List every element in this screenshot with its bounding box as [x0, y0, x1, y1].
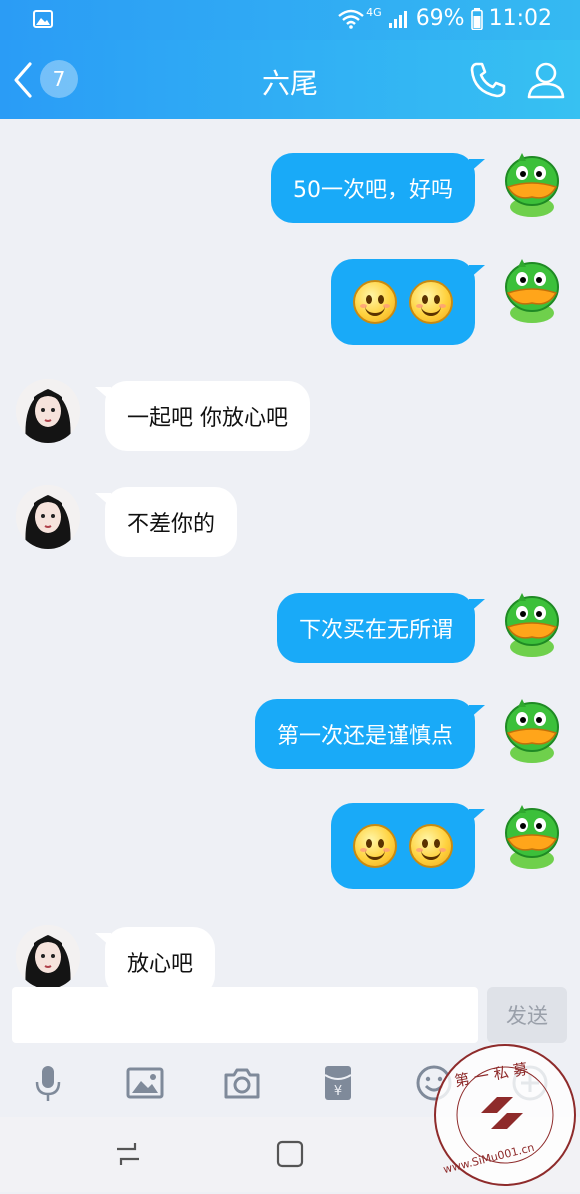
red-packet-icon[interactable]: ¥ [318, 1063, 358, 1103]
outgoing-message-bubble[interactable]: 50一次吧，好吗 [271, 153, 485, 223]
my-duck-avatar[interactable] [496, 803, 566, 873]
title-bar: 7 六尾 [0, 40, 580, 119]
message-text: 放心吧 [127, 952, 194, 977]
outgoing-message-bubble[interactable]: 下次买在无所谓 [276, 593, 486, 663]
contact-avatar[interactable] [16, 379, 80, 443]
message-text: 下次买在无所谓 [298, 618, 453, 643]
svg-text:¥: ¥ [334, 1084, 342, 1099]
smile-emoji-icon [409, 824, 453, 868]
status-right: 4G 69% 11:02 [338, 6, 552, 31]
send-button[interactable]: 发送 [487, 987, 567, 1043]
smile-emoji-icon [353, 280, 397, 324]
phone-call-icon[interactable] [466, 58, 510, 102]
message-text: 第一次还是谨慎点 [276, 724, 453, 749]
watermark-logo: 第 一 私 募 www.SiMu001.cn [430, 1040, 580, 1190]
smile-emoji-icon [353, 824, 397, 868]
network-type: 4G [366, 6, 382, 19]
my-duck-avatar[interactable] [496, 697, 566, 767]
clock: 11:02 [488, 6, 552, 31]
incoming-message-bubble[interactable]: 放心吧 [94, 927, 216, 987]
contact-avatar[interactable] [16, 925, 80, 987]
message-text: 一起吧 你放心吧 [127, 406, 288, 431]
my-duck-avatar[interactable] [496, 591, 566, 661]
outgoing-emoji-bubble[interactable] [331, 259, 485, 345]
contact-avatar[interactable] [16, 485, 80, 549]
my-duck-avatar[interactable] [496, 151, 566, 221]
incoming-message-bubble[interactable]: 一起吧 你放心吧 [95, 381, 310, 451]
chat-message-list[interactable]: 50一次吧，好吗 一起吧 你放心吧 不差你的 下次买在无所谓 第一次还是谨慎点 … [0, 119, 580, 987]
battery-percent: 69% [415, 6, 465, 31]
composer: 发送 [0, 987, 580, 1047]
home-button-icon[interactable] [275, 1139, 305, 1169]
microphone-icon[interactable] [28, 1063, 68, 1103]
message-text: 50一次吧，好吗 [293, 178, 453, 203]
camera-icon[interactable] [222, 1063, 262, 1103]
outgoing-emoji-bubble[interactable] [331, 803, 485, 889]
profile-icon[interactable] [524, 58, 568, 102]
recent-apps-icon[interactable] [113, 1139, 143, 1169]
battery-icon [470, 7, 483, 30]
smile-emoji-icon [409, 280, 453, 324]
image-icon[interactable] [125, 1063, 165, 1103]
wifi-icon [338, 9, 364, 29]
incoming-message-bubble[interactable]: 不差你的 [94, 487, 238, 557]
my-duck-avatar[interactable] [496, 257, 566, 327]
gallery-notification-icon [33, 10, 53, 28]
status-bar: 4G 69% 11:02 [0, 0, 580, 40]
signal-icon [388, 10, 407, 28]
outgoing-message-bubble[interactable]: 第一次还是谨慎点 [254, 699, 486, 769]
message-text: 不差你的 [127, 512, 216, 537]
message-input[interactable] [12, 987, 478, 1043]
